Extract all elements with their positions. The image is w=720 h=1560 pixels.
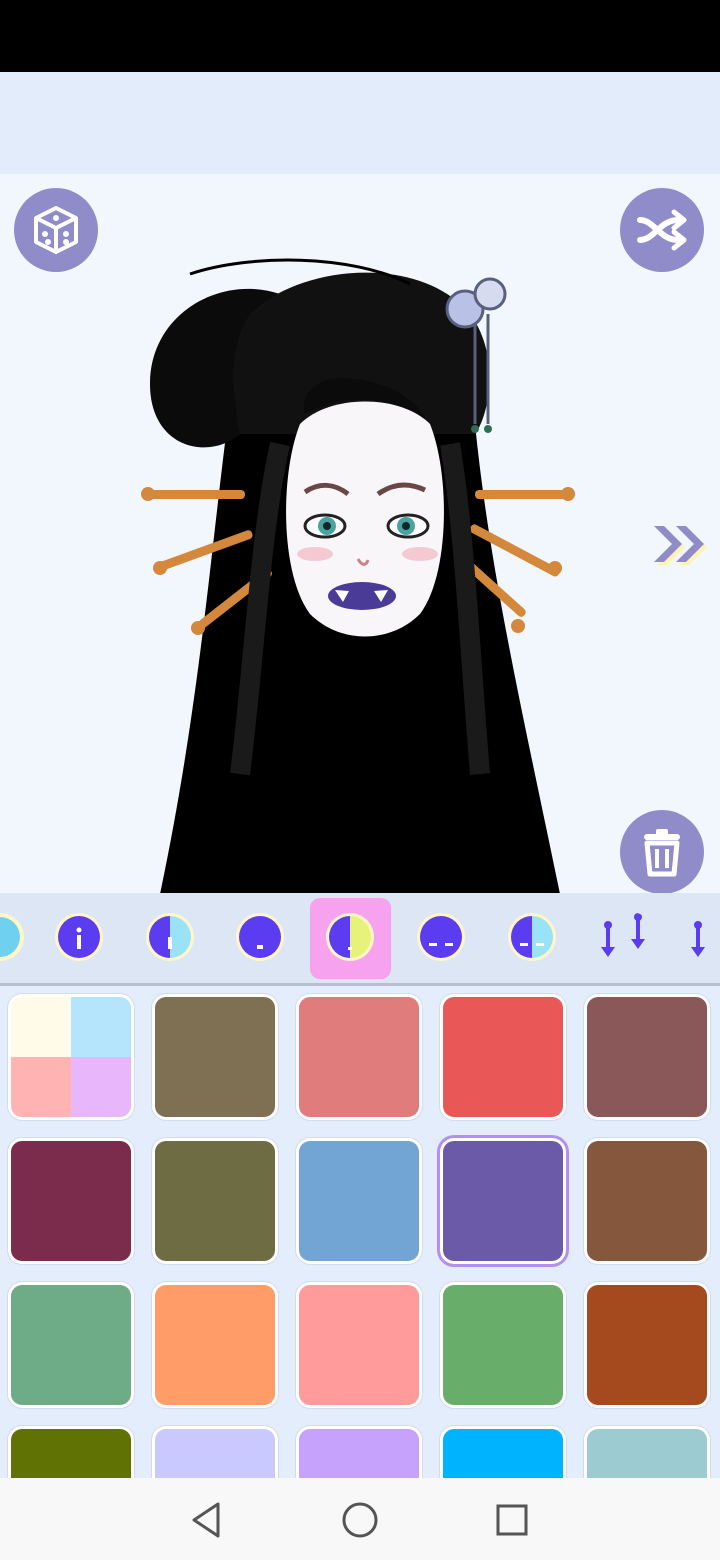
home-circle-icon[interactable] [338,1498,382,1542]
randomize-button[interactable] [14,188,98,272]
color-swatch[interactable] [584,1138,710,1264]
color-swatch[interactable] [152,994,278,1120]
top-banner [0,72,720,174]
color-variant-6-icon[interactable] [506,911,558,963]
color-swatch[interactable] [584,1282,710,1408]
color-swatch[interactable] [8,1282,134,1408]
color-swatch[interactable] [8,1426,134,1478]
color-variant-3-icon[interactable] [234,911,286,963]
recents-square-icon[interactable] [490,1498,534,1542]
color-variant-5-icon[interactable] [415,911,467,963]
color-swatch[interactable] [296,1282,422,1408]
character-avatar [141,258,575,893]
double-chevron-right-icon [654,526,707,565]
color-swatch[interactable] [152,1138,278,1264]
trash-icon [644,829,680,877]
color-swatch[interactable] [152,1282,278,1408]
status-bar [0,0,720,72]
color-swatch[interactable] [440,994,566,1120]
system-nav-bar [0,1478,720,1560]
color-swatch[interactable] [152,1426,278,1478]
color-swatch[interactable] [8,1138,134,1264]
dice-icon [34,206,78,254]
color-variant-2-icon[interactable] [144,911,196,963]
delete-button[interactable] [620,810,704,893]
color-swatch[interactable] [440,1282,566,1408]
color-swatch[interactable] [440,1426,566,1478]
character-canvas [0,174,720,893]
color-swatch[interactable] [584,994,710,1120]
color-variant-split-icon[interactable] [324,911,376,963]
piercing-pair-icon[interactable] [596,911,656,963]
color-variant-partial-icon[interactable] [0,911,26,963]
piercing-single-icon[interactable] [682,911,720,963]
category-toolbar [0,893,720,983]
color-swatch[interactable] [296,1138,422,1264]
color-swatch[interactable] [296,1426,422,1478]
shuffle-button[interactable] [620,188,704,272]
shuffle-icon [637,209,687,251]
color-swatch[interactable] [296,994,422,1120]
color-palette [0,986,720,1478]
color-swatch-multi[interactable] [8,994,134,1120]
color-swatch[interactable] [584,1426,710,1478]
back-triangle-icon[interactable] [184,1498,228,1542]
color-swatch-selected[interactable] [440,1138,566,1264]
color-variant-1-icon[interactable] [53,911,105,963]
next-button[interactable] [648,520,712,568]
